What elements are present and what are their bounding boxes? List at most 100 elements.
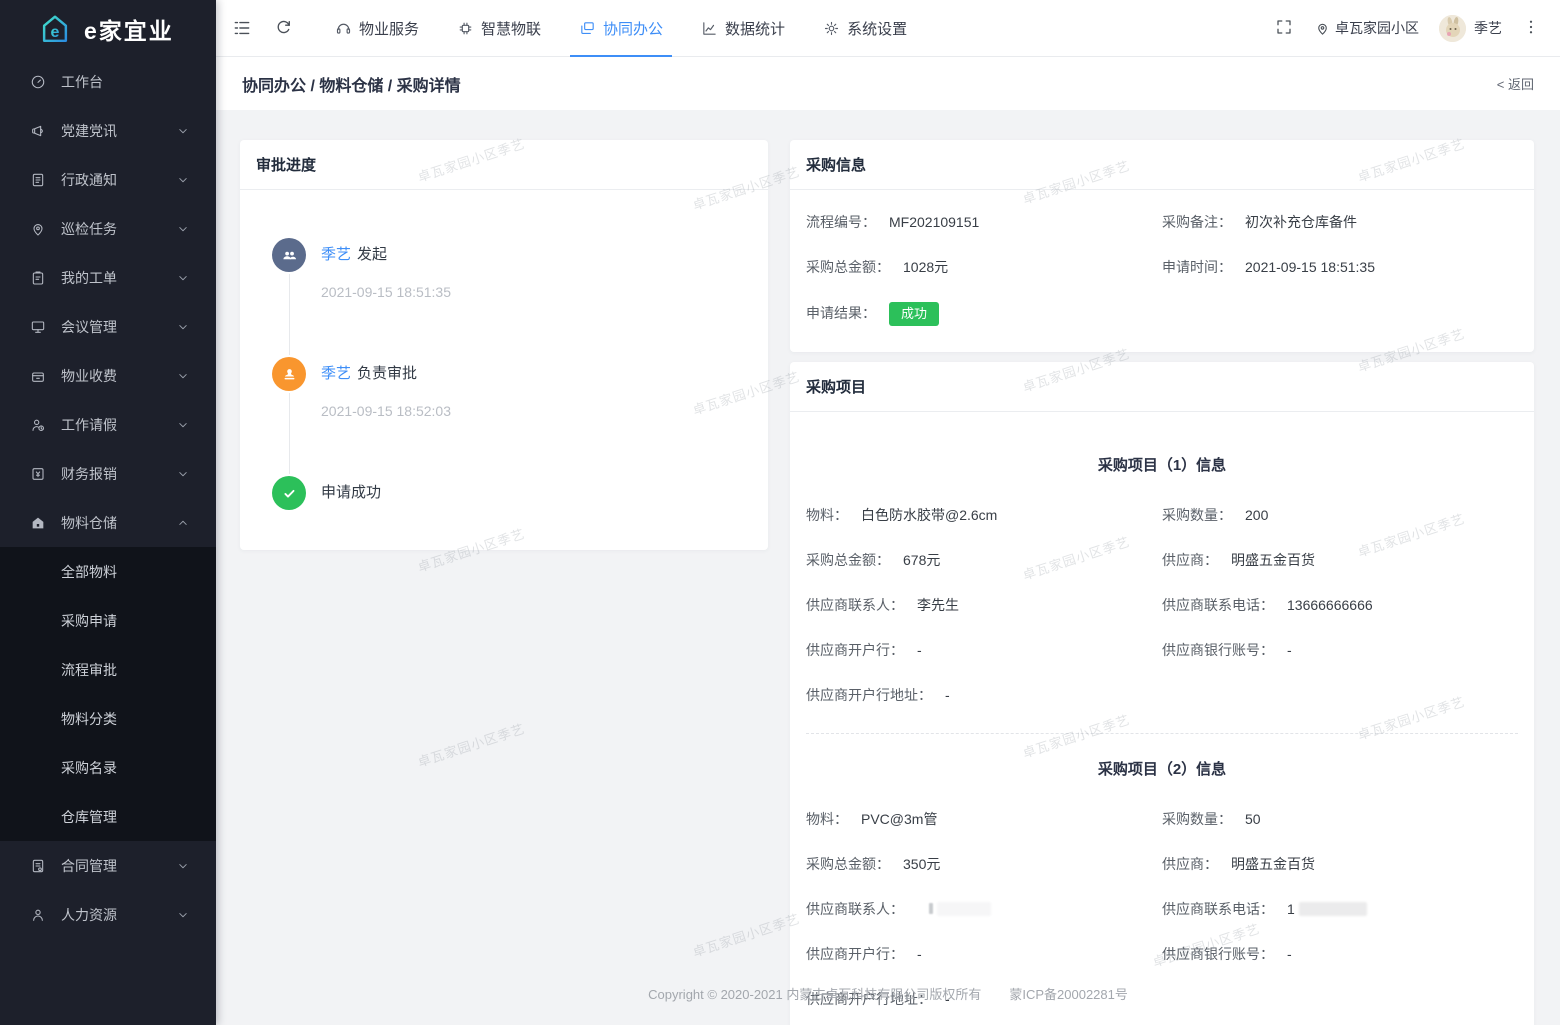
submenu-warehouse: 全部物料 采购申请 流程审批 物料分类 采购名录 仓库管理 — [0, 547, 216, 841]
community-name: 卓瓦家园小区 — [1335, 20, 1419, 36]
item-field: 供应商联系电话： 1 — [1162, 899, 1518, 919]
field-purchase-note: 采购备注： 初次补充仓库备件 — [1162, 214, 1357, 230]
item-field: 供应商联系人： — [806, 899, 1162, 919]
item-field: 供应商： 明盛五金百货 — [1162, 855, 1315, 872]
breadcrumb-bar: 协同办公 / 物料仓储 / 采购详情 < 返回 — [216, 57, 1560, 110]
item-field: 供应商开户行： - — [806, 945, 922, 962]
copyright-text: Copyright © 2020-2021 内蒙古卓瓦科技有限公司版权所有 — [648, 987, 982, 1002]
purchase-items-card: 采购项目 采购项目（1）信息 物料： 白色防水胶带@2.6cm 采购数量： 200 采购总… — [790, 361, 1534, 1025]
sidebar-item-hr[interactable]: 人力资源 — [0, 890, 216, 939]
section-divider — [806, 732, 1518, 734]
footer: Copyright © 2020-2021 内蒙古卓瓦科技有限公司版权所有 蒙IC… — [216, 984, 1560, 1003]
chevron-down-icon — [176, 418, 190, 432]
app-title: e家宜业 — [84, 17, 174, 44]
breadcrumb: 协同办公 / 物料仓储 / 采购详情 — [242, 77, 461, 95]
item-field-grid: 物料： 白色防水胶带@2.6cm 采购数量： 200 采购总金额： 678元 供应商： 明盛五… — [806, 505, 1518, 705]
step-timestamp: 2021-09-15 18:52:03 — [321, 403, 451, 419]
submenu-item[interactable]: 仓库管理 — [0, 792, 216, 841]
app-logo[interactable]: e e家宜业 — [0, 0, 216, 57]
submenu-item[interactable]: 物料分类 — [0, 694, 216, 743]
topnav-system-settings[interactable]: 系统设置 — [820, 0, 910, 57]
main-area: 物业服务 智慧物联 协同办公 数据统计 系统设置 卓瓦家园小区 季艺 协同办公 … — [216, 0, 1560, 1025]
step-action: 负责审批 — [357, 365, 418, 382]
step-action: 发起 — [357, 246, 388, 263]
sidebar-item-warehouse[interactable]: 物料仓储 — [0, 498, 216, 547]
step-action: 申请成功 — [321, 484, 382, 501]
submenu-item[interactable]: 全部物料 — [0, 547, 216, 596]
sidebar-item-meeting[interactable]: 会议管理 — [0, 302, 216, 351]
sidebar: e e家宜业 工作台 党建党讯 行政通知 巡检任务 我的工单 会议管理 物业收费 工作请假 财务… — [0, 0, 216, 1025]
sidebar-item-leave[interactable]: 工作请假 — [0, 400, 216, 449]
submenu-item[interactable]: 流程审批 — [0, 645, 216, 694]
contract-icon — [30, 857, 47, 874]
topbar: 物业服务 智慧物联 协同办公 数据统计 系统设置 卓瓦家园小区 季艺 — [216, 0, 1560, 57]
chevron-down-icon — [176, 467, 190, 481]
initiator-people-icon — [272, 238, 306, 272]
purchase-info-card: 采购信息 流程编号： MF202109151 采购备注： 初次补充仓库备件 采购总金… — [790, 140, 1534, 352]
community-selector[interactable]: 卓瓦家园小区 — [1315, 18, 1419, 38]
item-field: 采购总金额： 678元 — [806, 551, 941, 568]
user-chip[interactable]: 季艺 — [1439, 14, 1502, 42]
user-name: 季艺 — [1474, 20, 1502, 36]
item-field: 采购数量： 50 — [1162, 810, 1261, 827]
home-logo-icon: e — [38, 12, 72, 46]
more-menu-icon[interactable] — [1522, 18, 1542, 38]
step-user-link[interactable]: 季艺 — [321, 365, 351, 382]
stamp-icon — [272, 357, 306, 391]
field-apply-time: 申请时间： 2021-09-15 18:51:35 — [1162, 259, 1375, 275]
item-field: 供应商： 明盛五金百货 — [1162, 551, 1315, 568]
property-service-icon — [335, 20, 352, 37]
field-process-no: 流程编号： MF202109151 — [806, 214, 980, 230]
menu-collapse-icon[interactable] — [232, 18, 252, 38]
collab-office-icon — [579, 20, 596, 37]
submenu-item[interactable]: 采购名录 — [0, 743, 216, 792]
status-badge: 成功 — [889, 302, 940, 326]
back-button[interactable]: < 返回 — [1497, 74, 1534, 93]
sidebar-item-party[interactable]: 党建党讯 — [0, 106, 216, 155]
sidebar-item-workbench[interactable]: 工作台 — [0, 57, 216, 106]
sidebar-item-fee[interactable]: 物业收费 — [0, 351, 216, 400]
sidebar-item-patrol[interactable]: 巡检任务 — [0, 204, 216, 253]
item-field-grid: 物料： PVC@3m管 采购数量： 50 采购总金额： 350元 供应商： 明盛五金百货 供应商… — [806, 809, 1518, 1009]
party-icon — [30, 122, 47, 139]
approval-progress-card: 审批进度 季艺 发起 2021-09-15 18:51:35 季艺 负责审批 2… — [240, 140, 768, 550]
step-user-link[interactable]: 季艺 — [321, 246, 351, 263]
chevron-down-icon — [176, 908, 190, 922]
purchase-item-sections: 采购项目（1）信息 物料： 白色防水胶带@2.6cm 采购数量： 200 采购总金额： 67… — [790, 412, 1534, 1025]
item-field: 供应商联系电话： 13666666666 — [1162, 596, 1373, 613]
topnav-data-stats[interactable]: 数据统计 — [698, 0, 788, 57]
item-field: 供应商开户行地址： - — [806, 686, 950, 703]
check-icon — [272, 476, 306, 510]
location-pin-icon — [1315, 21, 1330, 36]
avatar — [1439, 14, 1466, 42]
chevron-down-icon — [176, 173, 190, 187]
fee-icon — [30, 367, 47, 384]
icp-text: 蒙ICP备20002281号 — [1009, 987, 1128, 1002]
leave-icon — [30, 416, 47, 433]
chevron-down-icon — [176, 859, 190, 873]
submenu-item[interactable]: 采购申请 — [0, 596, 216, 645]
refresh-icon[interactable] — [274, 18, 294, 38]
sidebar-item-workorder[interactable]: 我的工单 — [0, 253, 216, 302]
chevron-down-icon — [176, 320, 190, 334]
topnav-smart-iot[interactable]: 智慧物联 — [454, 0, 544, 57]
item-field: 供应商银行账号： - — [1162, 945, 1292, 962]
item-field: 物料： PVC@3m管 — [806, 810, 938, 827]
data-stats-icon — [701, 20, 718, 37]
field-apply-result: 申请结果： 成功 — [806, 302, 1162, 326]
chevron-down-icon — [176, 222, 190, 236]
approval-step-initiated: 季艺 发起 2021-09-15 18:51:35 — [272, 238, 744, 357]
item-field: 供应商银行账号： - — [1162, 641, 1292, 658]
sidebar-item-notice[interactable]: 行政通知 — [0, 155, 216, 204]
sidebar-item-contract[interactable]: 合同管理 — [0, 841, 216, 890]
topnav-collab-office[interactable]: 协同办公 — [570, 0, 673, 57]
redaction-box — [937, 901, 991, 916]
workbench-icon — [30, 73, 47, 90]
approval-step-success: 申请成功 — [272, 476, 744, 510]
meeting-icon — [30, 318, 47, 335]
item-section-title: 采购项目（1）信息 — [1097, 456, 1227, 474]
sidebar-item-finance[interactable]: 财务报销 — [0, 449, 216, 498]
item-field: 采购数量： 200 — [1162, 506, 1269, 523]
topnav-property-service[interactable]: 物业服务 — [332, 0, 422, 57]
fullscreen-icon[interactable] — [1275, 18, 1295, 38]
